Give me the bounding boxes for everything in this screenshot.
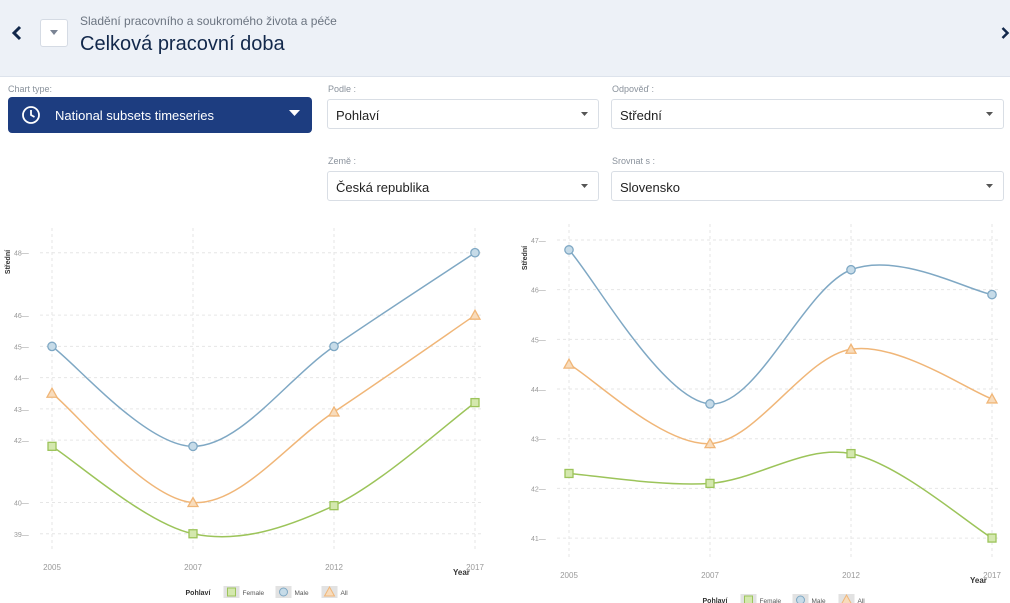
podle-label: Podle : xyxy=(328,84,357,94)
y-tick-label: 45— xyxy=(531,337,546,344)
y-tick-label: 40— xyxy=(14,501,29,508)
caret-down-icon xyxy=(581,184,588,188)
series-line-female xyxy=(568,451,993,539)
legend-key-female xyxy=(744,595,753,603)
x-tick-label: 2005 xyxy=(43,563,61,572)
x-tick-label: 2012 xyxy=(842,571,860,580)
chart-type-label: Chart type: xyxy=(8,84,53,94)
x-tick-label: 2007 xyxy=(184,563,202,572)
odpoved-value: Střední xyxy=(620,108,662,123)
chevron-left-icon xyxy=(11,25,22,41)
data-point-all[interactable] xyxy=(468,308,482,320)
data-point-male[interactable] xyxy=(188,441,198,452)
data-point-male[interactable] xyxy=(705,399,715,409)
zeme-label: Země : xyxy=(328,156,357,166)
y-tick-label: 46— xyxy=(14,313,29,320)
y-axis-label: Střední xyxy=(522,245,529,270)
legend-label: All xyxy=(341,590,349,597)
caret-down-icon xyxy=(289,110,300,116)
next-button[interactable] xyxy=(1000,20,1010,46)
y-tick-label: 47— xyxy=(531,238,546,245)
chevron-right-icon xyxy=(1001,27,1010,39)
odpoved-label: Odpověď : xyxy=(612,84,655,94)
caret-down-icon xyxy=(986,184,993,188)
data-point-male[interactable] xyxy=(846,264,856,275)
srovnat-value: Slovensko xyxy=(620,180,680,195)
y-tick-label: 44— xyxy=(531,387,546,394)
legend-title: Pohlaví xyxy=(186,590,212,597)
podle-select[interactable]: Pohlaví xyxy=(327,99,599,129)
legend-title: Pohlaví xyxy=(703,598,729,603)
series-line-all xyxy=(568,347,993,445)
data-point-female[interactable] xyxy=(329,501,339,511)
legend-label: Male xyxy=(812,598,826,603)
legend-label: Female xyxy=(243,590,265,597)
odpoved-select[interactable]: Střední xyxy=(611,99,1004,129)
y-tick-label: 39— xyxy=(14,532,29,539)
srovnat-select[interactable]: Slovensko xyxy=(611,171,1004,201)
menu-dropdown-button[interactable] xyxy=(40,19,68,47)
y-tick-label: 44— xyxy=(14,376,29,383)
y-tick-label: 42— xyxy=(531,486,546,493)
data-point-all[interactable] xyxy=(985,392,999,404)
data-point-male[interactable] xyxy=(987,289,997,300)
data-point-female[interactable] xyxy=(470,397,480,408)
y-tick-label: 43— xyxy=(14,407,29,414)
chart-czech-republic: 39—40—42—43—44—45—46—48—2005 2007 2012 2017… xyxy=(5,228,484,598)
series-line-male xyxy=(568,249,993,405)
y-tick-label: 43— xyxy=(531,437,546,444)
y-tick-label: 45— xyxy=(14,344,29,351)
page-title: Celková pracovní doba xyxy=(80,33,285,55)
legend-key-female xyxy=(227,587,236,597)
caret-down-icon xyxy=(50,30,58,35)
chart-type-value: National subsets timeseries xyxy=(55,107,214,123)
data-point-female[interactable] xyxy=(987,533,997,543)
srovnat-label: Srovnat s : xyxy=(612,156,656,166)
podle-value: Pohlaví xyxy=(336,108,380,123)
data-point-all[interactable] xyxy=(327,405,341,417)
y-tick-label: 48— xyxy=(14,251,29,258)
x-tick-label: 2007 xyxy=(701,571,719,580)
legend-label: All xyxy=(858,598,866,603)
series-line-male xyxy=(51,252,476,448)
caret-down-icon xyxy=(581,112,588,116)
zeme-select[interactable]: Česká republika xyxy=(327,171,599,201)
y-axis-label: Střední xyxy=(5,249,12,274)
legend-label: Male xyxy=(295,590,309,597)
breadcrumb: Sladění pracovního a soukromého života a… xyxy=(80,14,337,28)
chart-type-dropdown[interactable]: National subsets timeseries xyxy=(8,97,312,133)
y-tick-label: 41— xyxy=(531,536,546,543)
data-point-female[interactable] xyxy=(47,441,57,451)
x-axis-label: Year xyxy=(453,568,470,577)
data-point-male[interactable] xyxy=(564,245,574,255)
x-tick-label: 2012 xyxy=(325,563,343,572)
data-point-male[interactable] xyxy=(329,341,339,352)
data-point-female[interactable] xyxy=(705,478,715,489)
clock-icon xyxy=(22,106,40,124)
chart-slovakia: 41—42—43—44—45—46—47—2005 2007 2012 2017Stř… xyxy=(522,224,1001,603)
legend-key-male xyxy=(279,587,288,597)
caret-down-icon xyxy=(986,112,993,116)
y-tick-label: 46— xyxy=(531,288,546,295)
data-point-female[interactable] xyxy=(564,468,574,479)
page-header: Sladění pracovního a soukromého života a… xyxy=(0,0,1010,77)
back-button[interactable] xyxy=(6,20,28,46)
data-point-female[interactable] xyxy=(188,529,198,539)
data-point-all[interactable] xyxy=(562,357,576,369)
x-axis-label: Year xyxy=(970,576,987,585)
data-point-male[interactable] xyxy=(470,247,480,258)
data-point-all[interactable] xyxy=(45,386,59,398)
data-point-male[interactable] xyxy=(47,341,57,352)
zeme-value: Česká republika xyxy=(336,180,430,195)
legend-key-male xyxy=(796,595,805,603)
data-point-female[interactable] xyxy=(846,448,856,459)
legend-label: Female xyxy=(760,598,782,603)
y-tick-label: 42— xyxy=(14,438,29,445)
x-tick-label: 2005 xyxy=(560,571,578,580)
